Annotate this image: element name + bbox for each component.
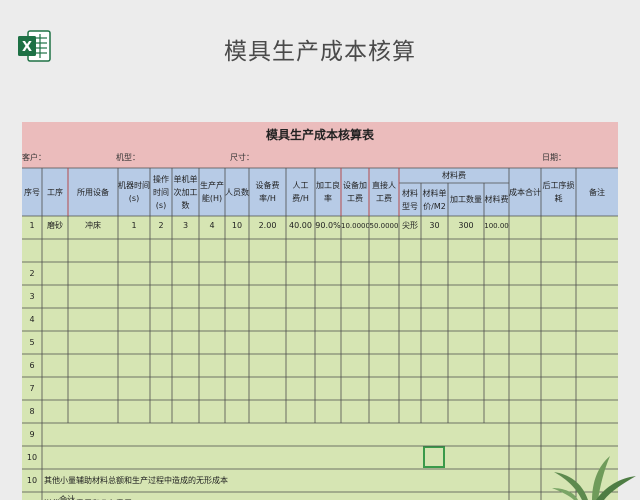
- sheet-gridlines: [22, 167, 618, 500]
- row-number[interactable]: 11: [22, 492, 42, 500]
- spreadsheet[interactable]: 模具生产成本核算表 客户： 机型： 尺寸： 日期： 序号 工序 所用设备 机器时…: [22, 122, 618, 500]
- page-header: X 模具生产成本核算: [0, 0, 640, 102]
- page-title: 模具生产成本核算: [224, 39, 416, 65]
- decorative-plant-icon: [552, 456, 636, 500]
- total-label: 合计: [59, 495, 75, 500]
